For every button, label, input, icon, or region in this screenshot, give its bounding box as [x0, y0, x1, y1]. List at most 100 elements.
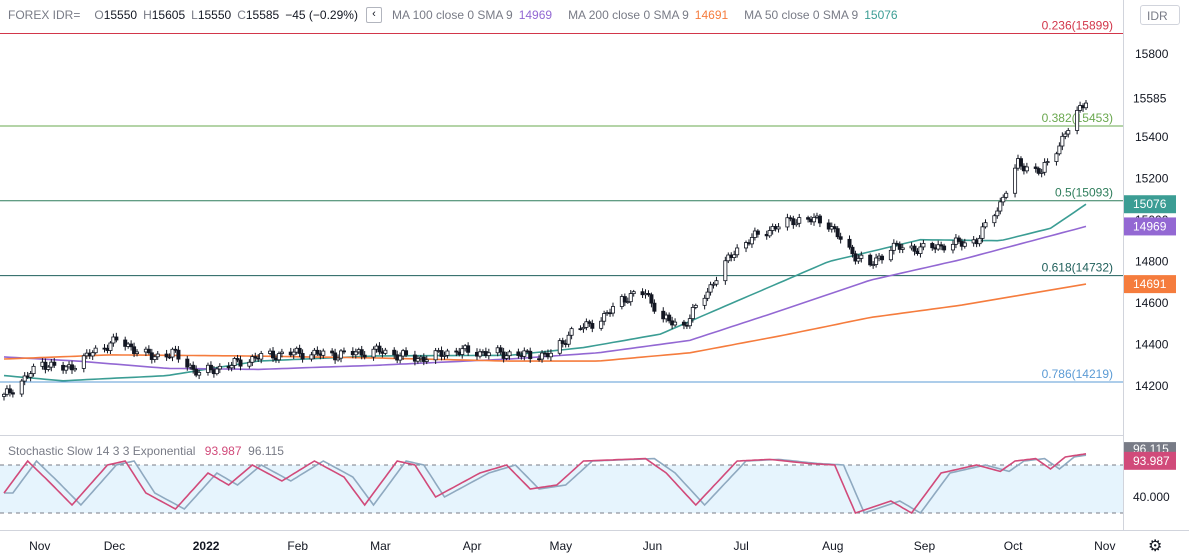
candle-body [687, 318, 692, 327]
candle-body [155, 353, 160, 358]
price-tick-label: 15200 [1135, 172, 1169, 186]
price-badge-text: 15076 [1133, 197, 1167, 211]
time-tick-label: Oct [1004, 539, 1023, 553]
gear-icon[interactable]: ⚙ [1148, 536, 1162, 556]
stochastic-header: Stochastic Slow 14 3 3 Exponential 93.98… [8, 444, 284, 458]
time-tick-label: Apr [463, 539, 482, 553]
close-label: C [237, 8, 246, 22]
candle-body [998, 201, 1003, 212]
time-tick-label: Mar [370, 539, 391, 553]
time-tick-label: Feb [287, 539, 308, 553]
stochastic-tick-label: 40.000 [1133, 490, 1170, 504]
price-tick-label: 14800 [1135, 255, 1169, 269]
ma50-value: 15076 [864, 8, 898, 22]
candle-body [1060, 135, 1065, 147]
currency-button[interactable]: IDR [1140, 5, 1180, 25]
candle-body [900, 247, 905, 250]
candle-body [217, 365, 222, 370]
stochastic-d-value: 96.115 [248, 444, 284, 458]
chevron-left-icon[interactable]: ‹ [365, 7, 382, 23]
candle-body [424, 359, 429, 362]
candle-body [962, 242, 967, 247]
candle-body [404, 350, 409, 356]
legend-header: FOREX IDR= O 15550 H 15605 L 15550 C 15585 −… [8, 7, 914, 23]
candle-body [681, 321, 686, 326]
ma50-label[interactable]: MA 50 close 0 SMA 9 [744, 8, 858, 22]
candle-body [28, 373, 33, 378]
candle-body [321, 350, 326, 356]
high-value: 15605 [151, 8, 186, 22]
time-tick-label: Jul [733, 539, 748, 553]
candle-body [859, 254, 864, 259]
time-tick-label: May [549, 539, 572, 553]
candle-body [702, 297, 707, 306]
candle-body [628, 293, 633, 303]
price-tick-label: 14200 [1135, 379, 1169, 393]
candle-body [956, 237, 961, 242]
candle-body [992, 215, 997, 224]
fib-label-0.236: 0.236(15899) [1042, 18, 1113, 32]
candle-body [300, 353, 305, 360]
candle-body [214, 368, 219, 375]
fib-label-0.786: 0.786(14219) [1042, 367, 1113, 381]
candle-body [880, 255, 885, 261]
price-badge-text: 14969 [1133, 219, 1167, 233]
candle-body [693, 304, 698, 308]
candle-body [433, 350, 438, 361]
candle-body [341, 350, 346, 353]
candle-body [673, 321, 678, 326]
candle-body [279, 351, 284, 354]
candle-body [31, 365, 36, 375]
candle-body [874, 257, 879, 265]
candle-body [398, 355, 403, 361]
candle-body [667, 314, 672, 322]
candle-body [812, 217, 817, 223]
fib-label-0.5: 0.5(15093) [1055, 186, 1113, 200]
candle-body [392, 349, 397, 356]
candle-body [732, 254, 737, 258]
candle-body [504, 355, 509, 359]
price-badge-text: 15585 [1133, 92, 1167, 106]
time-tick-label: Aug [822, 539, 843, 553]
candle-body [797, 217, 802, 224]
candle-body [64, 366, 69, 371]
change-value: −45 (−0.29%) [285, 8, 358, 22]
candle-body [152, 356, 157, 360]
time-tick-label: Jun [643, 539, 662, 553]
stochastic-label[interactable]: Stochastic Slow 14 3 3 Exponential [8, 444, 195, 458]
candle-body [247, 361, 252, 367]
ma200-label[interactable]: MA 200 close 0 SMA 9 [568, 8, 689, 22]
candle-body [1075, 109, 1080, 131]
candle-body [114, 336, 119, 341]
candle-body [888, 249, 893, 261]
symbol-name[interactable]: FOREX IDR= [8, 8, 80, 22]
candle-body [164, 353, 169, 358]
candle-body [371, 348, 376, 358]
candle-body [466, 345, 471, 353]
fib-label-0.618: 0.618(14732) [1042, 261, 1113, 275]
candle-body [1057, 145, 1062, 155]
open-value: 15550 [103, 8, 138, 22]
candle-body [649, 294, 654, 304]
time-tick-label: Sep [914, 539, 936, 553]
candle-body [705, 291, 710, 299]
candle-body [631, 291, 636, 294]
candle-body [383, 349, 388, 354]
candle-body [749, 237, 754, 245]
price-chart[interactable]: 0.236(15899)0.382(15453)0.5(15093)0.618(… [0, 0, 1189, 558]
candle-body [1042, 162, 1047, 173]
ma100-label[interactable]: MA 100 close 0 SMA 9 [392, 8, 513, 22]
candle-body [191, 364, 196, 370]
candle-body [590, 323, 595, 329]
candle-body [622, 296, 627, 303]
candle-body [735, 247, 740, 256]
candle-body [755, 230, 760, 235]
candle-body [90, 352, 95, 357]
candle-body [1018, 158, 1023, 167]
candle-body [912, 245, 917, 252]
ma200-value: 14691 [694, 8, 729, 22]
time-tick-label: Nov [29, 539, 50, 553]
candle-body [72, 368, 77, 371]
candle-body [1084, 102, 1089, 109]
time-tick-label: Dec [104, 539, 125, 553]
